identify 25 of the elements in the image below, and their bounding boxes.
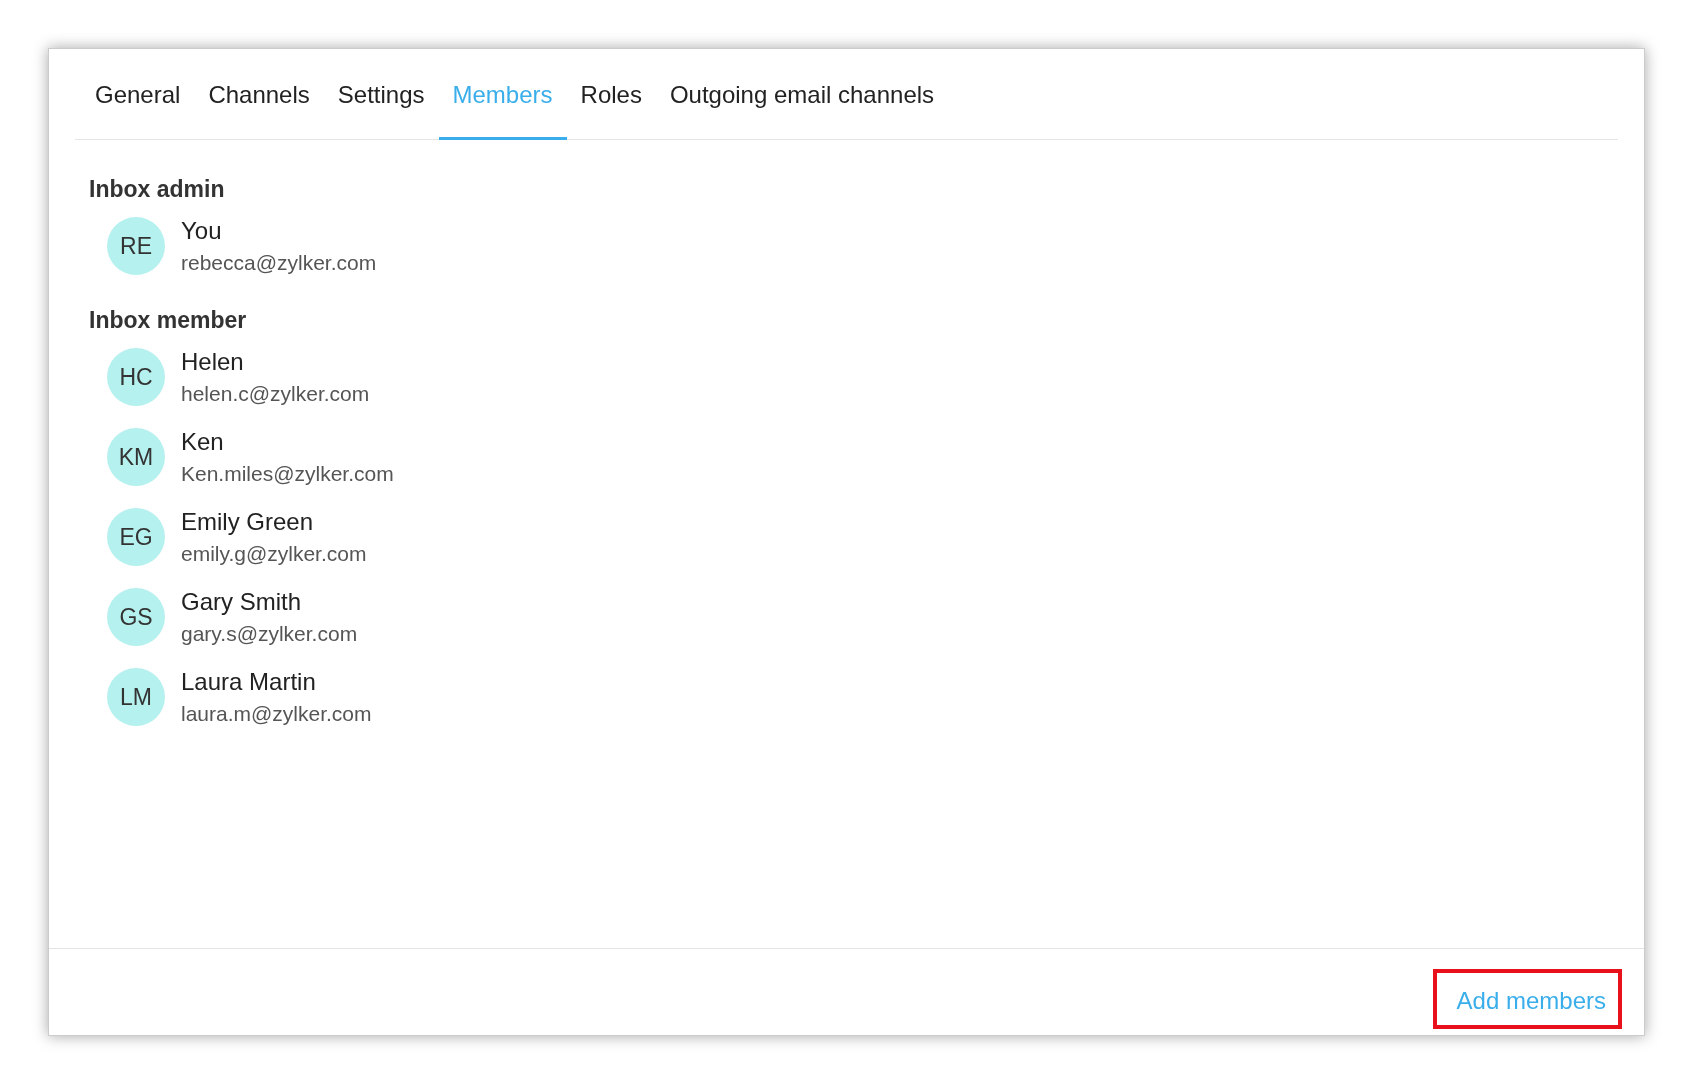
- member-name: Emily Green: [181, 508, 315, 536]
- avatar-initials: KM: [107, 428, 165, 486]
- member-email: rebecca@zylker.com: [181, 251, 377, 275]
- member-email: helen.c@zylker.com: [181, 382, 370, 406]
- tab[interactable]: Roles: [566, 49, 656, 140]
- avatar-initials: LM: [107, 668, 165, 726]
- member-name: Ken: [181, 428, 225, 456]
- member-name: Gary Smith: [181, 588, 303, 616]
- section-heading: Inbox member: [89, 307, 248, 334]
- tab[interactable]: Outgoing email channels: [655, 49, 949, 140]
- avatar-initials: EG: [107, 508, 165, 566]
- member-name: Helen: [181, 348, 245, 376]
- avatar-initials: HC: [107, 348, 165, 406]
- member-name: You: [181, 217, 223, 245]
- member-email: laura.m@zylker.com: [181, 702, 372, 726]
- member-name: Laura Martin: [181, 668, 317, 696]
- member-email: emily.g@zylker.com: [181, 542, 367, 566]
- tab[interactable]: Settings: [323, 49, 439, 140]
- avatar-initials: RE: [107, 217, 165, 275]
- member-email: Ken.miles@zylker.com: [181, 462, 394, 486]
- avatar-initials: GS: [107, 588, 165, 646]
- tab[interactable]: Channels: [194, 49, 324, 140]
- member-email: gary.s@zylker.com: [181, 622, 358, 646]
- section-heading: Inbox admin: [89, 176, 226, 203]
- tab[interactable]: General: [81, 49, 195, 140]
